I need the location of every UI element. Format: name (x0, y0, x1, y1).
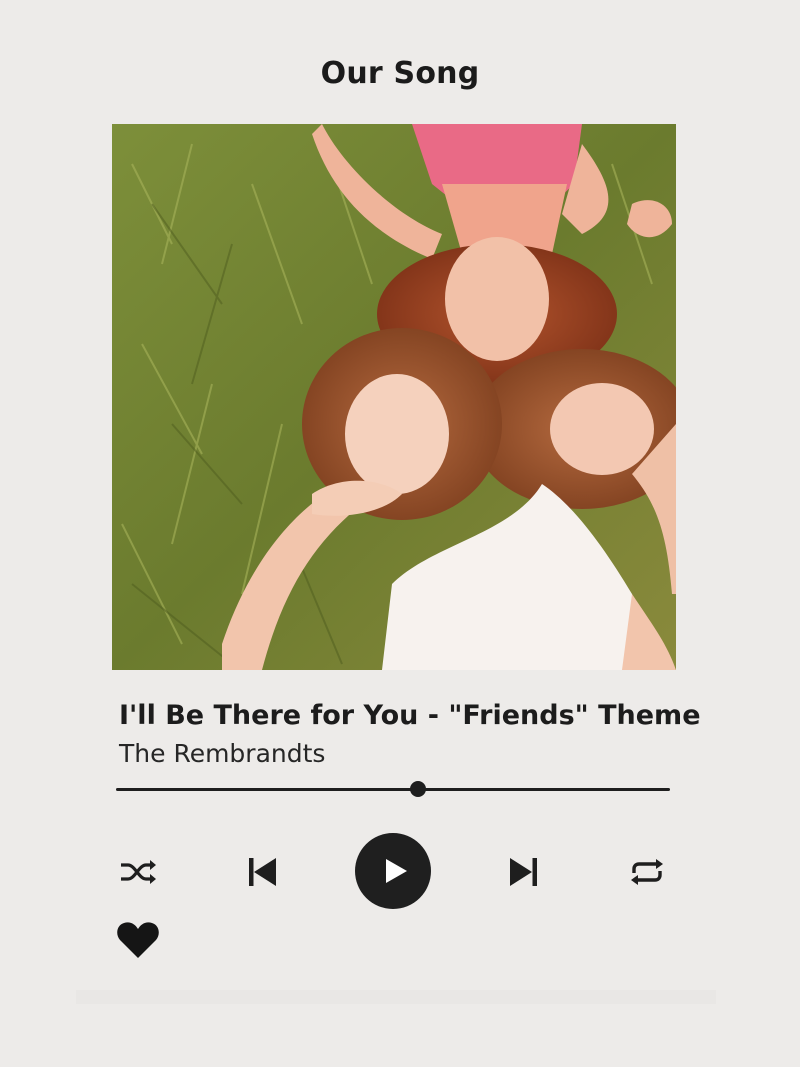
skip-previous-icon (249, 858, 276, 886)
play-button[interactable] (355, 833, 431, 909)
repeat-button[interactable] (624, 852, 670, 892)
album-cover-photo (112, 124, 676, 670)
shuffle-icon (121, 860, 156, 884)
page-title: Our Song (320, 56, 480, 91)
album-cover (112, 124, 676, 670)
next-button[interactable] (502, 852, 546, 892)
progress-slider[interactable] (116, 778, 670, 800)
like-button[interactable] (114, 918, 162, 962)
artist-name: The Rembrandts (119, 739, 326, 768)
play-icon (385, 859, 407, 883)
previous-button[interactable] (240, 852, 284, 892)
shuffle-button[interactable] (116, 852, 160, 892)
card-bottom-edge (76, 990, 716, 1004)
repeat-icon (631, 859, 663, 885)
song-title: I'll Be There for You - "Friends" Theme (119, 700, 701, 731)
progress-track[interactable] (116, 788, 670, 791)
progress-thumb[interactable] (409, 781, 426, 797)
skip-next-icon (510, 858, 537, 886)
heart-icon (117, 922, 159, 958)
